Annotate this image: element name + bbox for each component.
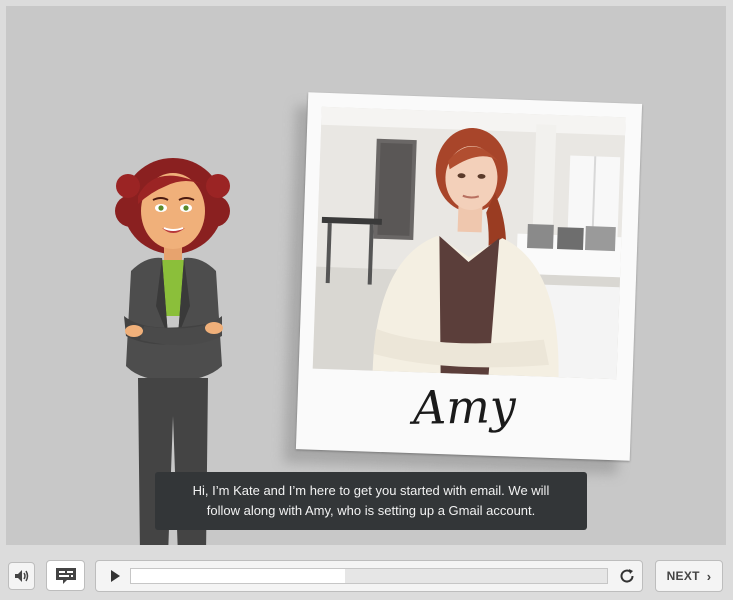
captions-icon: [55, 567, 76, 584]
replay-icon[interactable]: [618, 567, 636, 585]
slide-stage: Amy Hi, I’m Kate and I’m here to get you…: [6, 6, 726, 545]
volume-button[interactable]: [8, 562, 35, 590]
captions-button[interactable]: [46, 560, 85, 591]
amy-photo: [312, 106, 626, 380]
seek-bar[interactable]: [130, 568, 608, 584]
narration-caption: Hi, I’m Kate and I’m here to get you sta…: [155, 472, 587, 530]
caption-text: Hi, I’m Kate and I’m here to get you sta…: [192, 483, 550, 518]
seek-progress: [131, 569, 346, 583]
next-button[interactable]: NEXT ›: [655, 560, 723, 592]
next-label: NEXT: [666, 569, 700, 583]
volume-icon: [14, 570, 28, 582]
playback-controls: [95, 560, 643, 592]
player-bar: NEXT ›: [0, 551, 733, 600]
polaroid-frame: Amy: [295, 92, 643, 461]
photo-signature: Amy: [412, 379, 517, 435]
play-icon[interactable]: [108, 569, 122, 583]
amy-polaroid: Amy: [283, 92, 643, 475]
chevron-right-icon: ›: [706, 568, 712, 584]
